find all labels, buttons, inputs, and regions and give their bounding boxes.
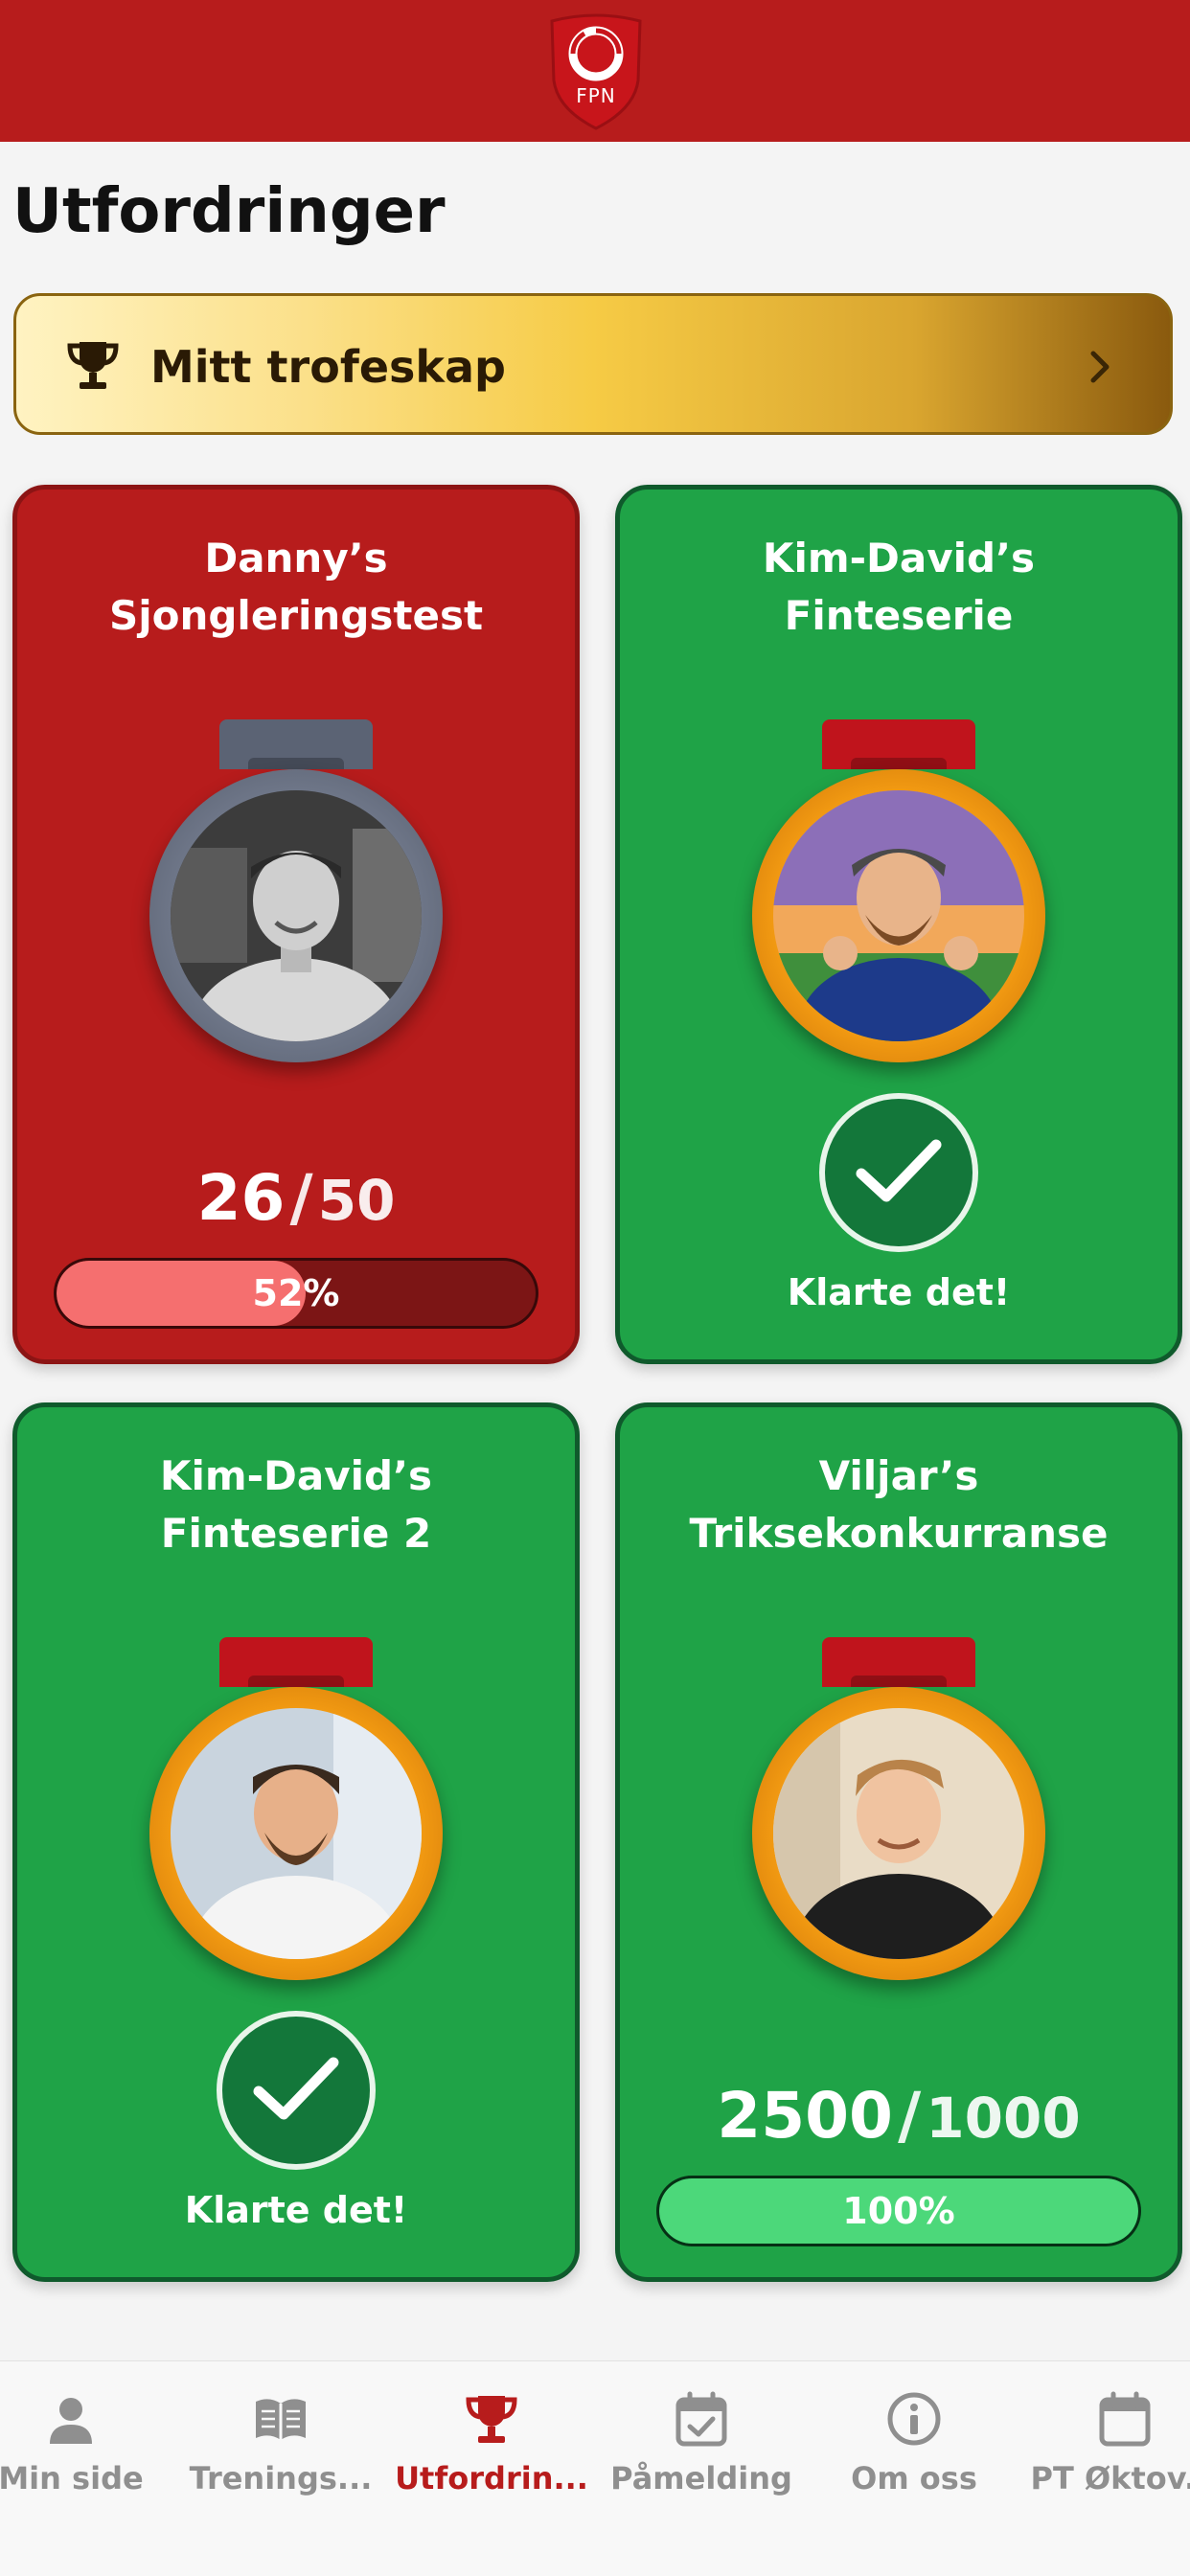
fpn-logo[interactable]: FPN — [542, 13, 650, 132]
score-separator: / — [289, 1161, 313, 1235]
book-icon — [256, 2399, 306, 2440]
score-target: 1000 — [926, 2086, 1081, 2151]
tab-utfordringer[interactable]: Utfordrin... — [386, 2361, 597, 2534]
progress-label: 52% — [252, 1272, 340, 1314]
tab-pamelding[interactable]: Påmelding — [596, 2361, 807, 2534]
medal-ribbon — [219, 719, 373, 769]
coach-portrait-icon — [171, 1708, 422, 1959]
tab-om-oss[interactable]: Om oss — [809, 2361, 1019, 2534]
progress-bar: 100% — [656, 2176, 1141, 2246]
tab-min-side[interactable]: Min side — [0, 2361, 176, 2534]
medal-gold — [149, 1687, 443, 1980]
progress-bar: 52% — [54, 1258, 538, 1329]
info-icon — [887, 2392, 941, 2446]
trophy-cabinet-button[interactable]: Mitt trofeskap — [13, 293, 1173, 435]
logo-label: FPN — [576, 84, 616, 107]
page-title: Utfordringer — [12, 176, 446, 247]
completed-check — [819, 1093, 978, 1252]
challenge-title: Viljar’s Triksekonkurranse — [639, 1448, 1158, 1562]
challenge-card-finteserie-2[interactable]: Kim-David’s Finteserie 2 Klarte det! — [12, 1402, 580, 2282]
challenge-card-finteserie[interactable]: Kim-David’s Finteserie Klarte det! — [615, 485, 1182, 1364]
bottom-tab-bar: Min side Trenings... Utfordrin... Påmeld… — [0, 2360, 1190, 2576]
medal-ribbon — [822, 1637, 975, 1687]
score-value: 26 — [196, 1161, 286, 1235]
trophy-icon — [67, 342, 119, 389]
coach-avatar — [171, 790, 422, 1041]
person-icon — [50, 2398, 92, 2444]
coach-avatar — [773, 1708, 1024, 1959]
shield-logo-icon — [550, 13, 642, 130]
checkmark-icon — [253, 2057, 339, 2120]
tab-label: Om oss — [851, 2460, 977, 2496]
challenge-title: Kim-David’s Finteserie 2 — [36, 1448, 556, 1562]
coach-avatar — [773, 790, 1024, 1041]
challenge-card-sjongleringstest[interactable]: Danny’s Sjongleringstest 26 / 50 52% — [12, 485, 580, 1364]
coach-avatar — [171, 1708, 422, 1959]
trophy-cabinet-label: Mitt trofeskap — [150, 341, 506, 393]
coach-portrait-icon — [773, 790, 1024, 1041]
medal-ribbon — [219, 1637, 373, 1687]
medal-grey — [149, 769, 443, 1062]
checkmark-icon — [856, 1139, 942, 1202]
score-target: 50 — [317, 1168, 396, 1233]
challenge-title: Danny’s Sjongleringstest — [36, 530, 556, 645]
tab-label: Trenings... — [189, 2460, 373, 2496]
challenge-card-triksekonkurranse[interactable]: Viljar’s Triksekonkurranse 2500 / 1000 1… — [615, 1402, 1182, 2282]
challenge-score: 26 / 50 — [17, 1160, 575, 1253]
score-separator: / — [898, 2079, 922, 2153]
app-header: FPN — [0, 0, 1190, 142]
tab-treningsbank[interactable]: Trenings... — [175, 2361, 386, 2534]
challenge-score: 2500 / 1000 — [620, 2078, 1178, 2171]
challenge-title-line: Kim-David’s — [762, 535, 1036, 581]
challenge-title: Kim-David’s Finteserie — [639, 530, 1158, 645]
tab-label: Utfordrin... — [395, 2460, 588, 2496]
challenge-title-line: Danny’s — [204, 535, 388, 581]
challenge-title-line: Finteserie 2 — [160, 1510, 432, 1557]
challenge-title-line: Kim-David’s — [159, 1452, 433, 1499]
trophy-icon — [466, 2396, 517, 2443]
tab-label: Min side — [0, 2460, 144, 2496]
completed-label: Klarte det! — [184, 2189, 408, 2231]
tab-label: Påmelding — [610, 2460, 792, 2496]
medal-gold — [752, 1687, 1045, 1980]
medal-gold — [752, 769, 1045, 1062]
completed-check — [217, 2011, 376, 2170]
calendar-icon — [1099, 2391, 1151, 2447]
chevron-right-icon — [1090, 351, 1110, 383]
coach-portrait-icon — [773, 1708, 1024, 1959]
score-value: 2500 — [717, 2079, 893, 2153]
tab-pt-oktoversikt[interactable]: PT Øktov... — [1019, 2361, 1190, 2534]
medal-ribbon — [822, 719, 975, 769]
calendar-check-icon — [675, 2391, 727, 2447]
challenge-title-line: Finteserie — [784, 592, 1014, 639]
challenge-title-line: Triksekonkurranse — [689, 1510, 1109, 1557]
completed-label: Klarte det! — [787, 1271, 1011, 1313]
coach-portrait-icon — [171, 790, 422, 1041]
tab-label: PT Øktov... — [1030, 2460, 1190, 2496]
challenge-title-line: Viljar’s — [818, 1452, 979, 1499]
challenge-title-line: Sjongleringstest — [108, 592, 484, 639]
progress-label: 100% — [842, 2190, 955, 2232]
